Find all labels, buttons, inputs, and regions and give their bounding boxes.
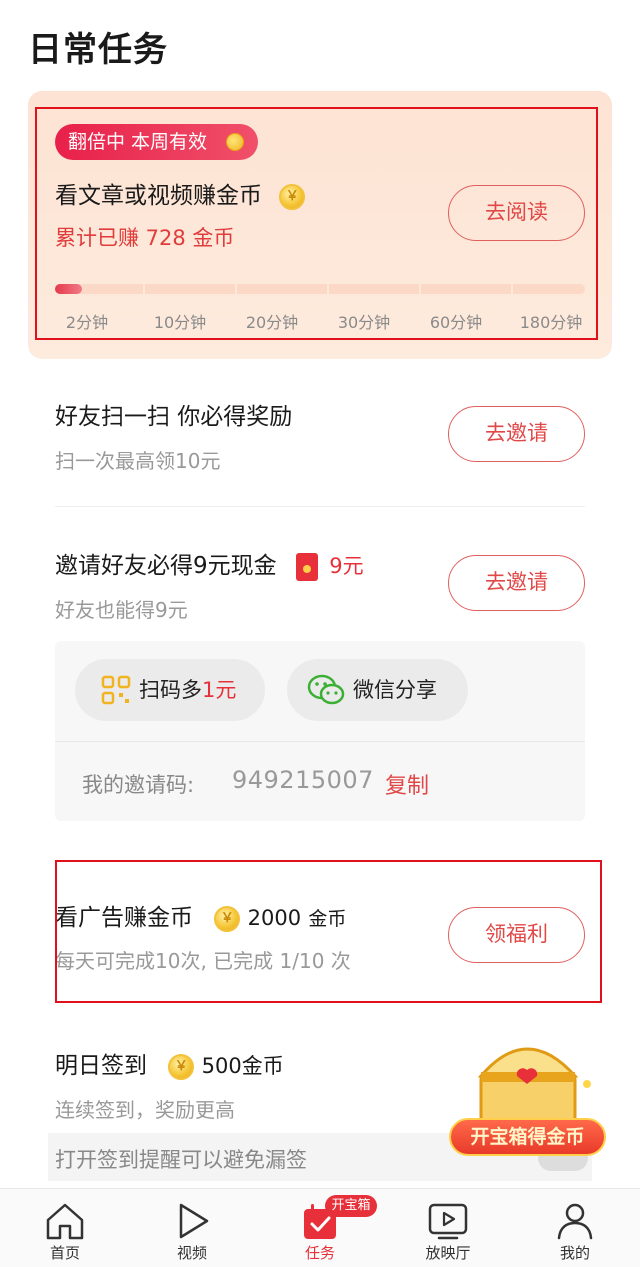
ad-task-subtitle: 每天可完成10次, 已完成 1/10 次	[55, 949, 351, 973]
tab-label: 放映厅	[425, 1244, 471, 1262]
copy-invite-code-button[interactable]: 复制	[385, 768, 429, 800]
play-icon	[179, 1203, 209, 1239]
reading-progress-fill	[55, 284, 82, 294]
share-qr-button[interactable]: 扫码多1元	[75, 659, 265, 721]
coin-icon: ￥	[279, 183, 306, 210]
double-reward-badge: 翻倍中 本周有效	[55, 124, 258, 160]
wechat-icon	[307, 674, 345, 705]
coin-icon: ￥	[168, 1053, 195, 1080]
tab-label: 我的	[559, 1244, 590, 1262]
invite-task-title: 邀请好友必得9元现金 9元	[55, 552, 364, 581]
coin-icon: ￥	[214, 905, 241, 932]
milestone-label: 10分钟	[153, 313, 207, 332]
invite-code-label: 我的邀请码:	[82, 773, 195, 797]
reading-progress-bar	[55, 284, 585, 294]
tab-label: 视频	[176, 1244, 207, 1262]
home-icon	[46, 1203, 84, 1240]
milestone-label: 20分钟	[245, 313, 299, 332]
signin-reward: 500金币	[201, 1054, 284, 1078]
milestone-label: 180分钟	[519, 313, 583, 332]
invite-task-subtitle: 好友也能得9元	[55, 598, 188, 622]
page-title: 日常任务	[28, 30, 168, 70]
treasure-badge: 开宝箱	[325, 1195, 377, 1217]
scan-task-subtitle: 扫一次最高领10元	[55, 449, 221, 473]
milestone-label: 30分钟	[337, 313, 391, 332]
tab-mine[interactable]: 我的	[530, 1192, 620, 1264]
share-qr-bonus: 1元	[202, 678, 237, 702]
ad-reward-amount: 2000	[247, 906, 302, 930]
divider	[55, 506, 585, 507]
earned-total: 累计已赚 728 金币	[55, 226, 235, 250]
signin-task-subtitle: 连续签到，奖励更高	[55, 1098, 235, 1122]
invite-reward: 9元	[329, 554, 364, 578]
red-packet-icon	[295, 552, 318, 581]
invite-friend-button[interactable]: 去邀请	[448, 555, 585, 611]
qrcode-icon	[101, 675, 131, 705]
milestone-label: 2分钟	[65, 313, 109, 332]
signin-reminder-text: 打开签到提醒可以避免漏签	[55, 1148, 307, 1172]
milestone-label: 60分钟	[429, 313, 483, 332]
invite-scan-button[interactable]: 去邀请	[448, 406, 585, 462]
double-reward-badge-text: 翻倍中 本周有效	[68, 131, 208, 153]
tab-label: 任务	[304, 1244, 335, 1262]
theater-icon	[428, 1203, 468, 1240]
invite-code: 949215007	[232, 766, 374, 794]
share-wechat-label: 微信分享	[353, 678, 437, 702]
person-icon	[557, 1203, 593, 1240]
ad-reward-unit: 金币	[308, 908, 347, 930]
go-read-button[interactable]: 去阅读	[448, 185, 585, 241]
ad-task-title: 看广告赚金币 ￥ 2000 金币	[55, 905, 347, 932]
claim-bonus-button[interactable]: 领福利	[448, 907, 585, 963]
tab-label: 首页	[49, 1244, 80, 1262]
coin-icon	[226, 133, 244, 151]
open-treasure-banner[interactable]: 开宝箱得金币	[449, 1118, 606, 1156]
share-qr-label: 扫码多	[139, 678, 202, 702]
scan-task-title: 好友扫一扫 你必得奖励	[55, 404, 293, 430]
tab-theater[interactable]: 放映厅	[403, 1192, 493, 1264]
tab-video[interactable]: 视频	[147, 1192, 237, 1264]
read-task-title: 看文章或视频赚金币 ￥	[55, 176, 306, 210]
signin-task-title: 明日签到 ￥ 500金币	[55, 1053, 284, 1080]
share-wechat-button[interactable]: 微信分享	[287, 659, 468, 721]
tab-home[interactable]: 首页	[20, 1192, 110, 1264]
divider	[55, 741, 585, 742]
